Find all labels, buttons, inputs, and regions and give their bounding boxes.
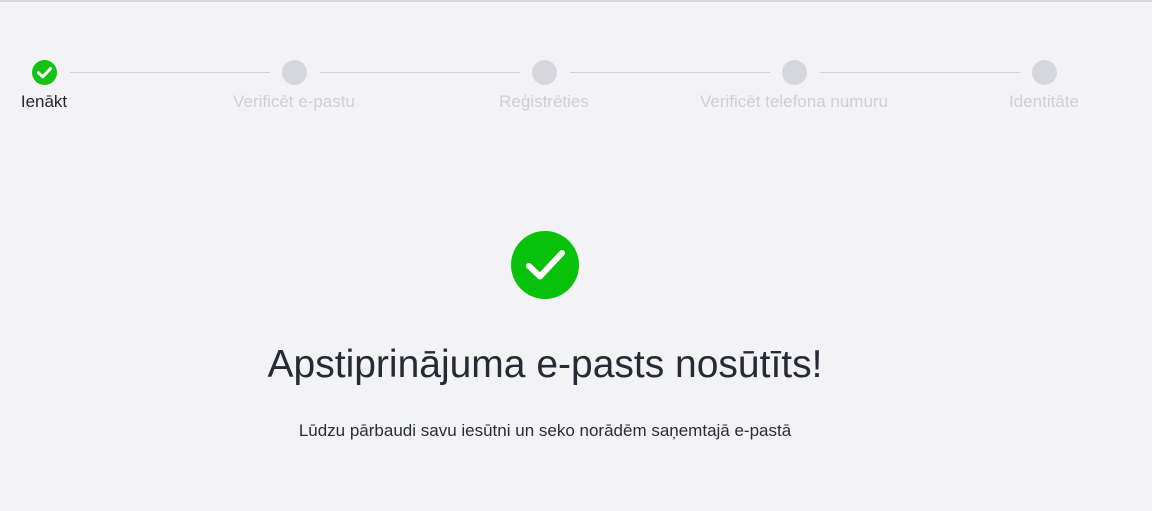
step-label-verify-email: Verificēt e-pastu: [233, 92, 355, 111]
step-4-dot: [782, 60, 807, 85]
check-circle-icon: [511, 231, 579, 299]
step-3-dot: [532, 60, 557, 85]
step-5-dot: [1032, 60, 1057, 85]
step-connector: [320, 72, 520, 73]
step-label-register: Reģistrēties: [499, 92, 589, 111]
step-label-identity: Identitāte: [1009, 92, 1079, 111]
step-connector: [70, 72, 270, 73]
step-connector: [570, 72, 770, 73]
confirmation-message: Lūdzu pārbaudi savu iesūtni un seko norā…: [298, 421, 792, 440]
confirmation-title: Apstiprinājuma e-pasts nosūtīts!: [267, 343, 823, 386]
step-2-dot: [282, 60, 307, 85]
step-label-login: Ienākt: [20, 92, 68, 111]
step-1-check-icon: [32, 60, 57, 85]
step-label-verify-phone: Verificēt telefona numuru: [699, 92, 889, 111]
step-connector: [820, 72, 1020, 73]
progress-stepper: Ienākt Verificēt e-pastu Reģistrēties Ve…: [0, 0, 1152, 130]
